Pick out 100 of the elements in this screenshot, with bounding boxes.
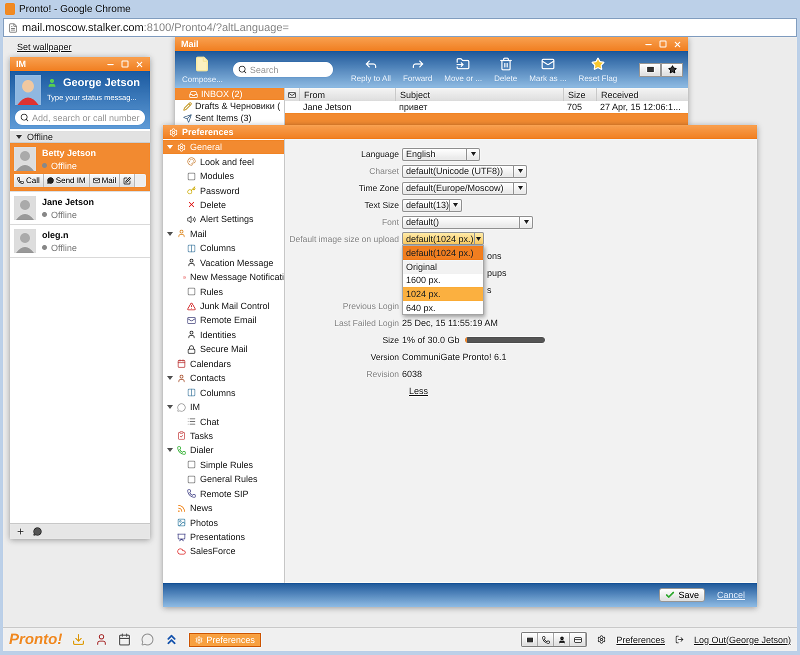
group-header[interactable]: Offline: [10, 131, 150, 143]
tree-item[interactable]: Password: [163, 183, 284, 198]
select-field[interactable]: default(1024 px.): [402, 232, 484, 246]
expand-triangle-icon[interactable]: [167, 447, 173, 454]
phone-icon: [177, 446, 186, 455]
tree-item[interactable]: New Message Notificati: [163, 270, 284, 284]
tree-item[interactable]: Identities: [163, 328, 284, 342]
setting-label: Font: [382, 217, 399, 227]
gear-icon: [169, 128, 178, 136]
dropdown-arrow-icon: [453, 203, 458, 208]
chat-icon[interactable]: [33, 527, 42, 536]
tree-item[interactable]: Presentations: [163, 530, 284, 544]
contact-action-button[interactable]: Send IM: [44, 174, 90, 187]
columns-icon: [187, 244, 196, 253]
avatar: [14, 229, 36, 253]
contact-action-button[interactable]: Mail: [90, 174, 120, 187]
mail-status-button[interactable]: [522, 633, 538, 646]
window-title: IM: [16, 59, 27, 69]
contact-item[interactable]: Betty Jetson Offline Call Send IM Mail: [10, 143, 150, 192]
tree-item[interactable]: General Rules: [163, 472, 284, 486]
envelope-icon: [187, 316, 196, 325]
dropdown-option[interactable]: 1600 px.: [403, 274, 483, 288]
dropdown-option[interactable]: 1024 px.: [403, 287, 483, 301]
person-icon[interactable]: [47, 78, 57, 88]
setting-label: Text Size: [364, 200, 399, 210]
tree-item[interactable]: Secure Mail: [163, 342, 284, 357]
setting-label: Time Zone: [358, 183, 399, 194]
select-field[interactable]: default(Unicode (UTF8)): [402, 164, 527, 178]
add-icon[interactable]: [16, 527, 25, 536]
tree-item[interactable]: Mail: [163, 226, 284, 242]
expand-triangle-icon[interactable]: [167, 404, 173, 410]
contact-item[interactable]: oleg.n Offline: [10, 225, 150, 258]
tree-item[interactable]: Dialer: [163, 443, 284, 458]
mail-view-button[interactable]: [639, 62, 661, 76]
folder-item[interactable]: Drafts & Черновики (: [175, 100, 284, 112]
select-field[interactable]: default(Europe/Moscow): [402, 182, 527, 195]
person-icon: [187, 330, 196, 340]
save-button[interactable]: Save: [659, 588, 705, 602]
folder-item[interactable]: Sent Items (3): [175, 112, 284, 124]
setting-label: Previous Login: [342, 301, 399, 312]
close-icon[interactable]: [673, 40, 682, 48]
tree-item[interactable]: Rules: [163, 284, 284, 299]
dropdown-arrow-icon: [476, 236, 482, 241]
tree-item[interactable]: Chat: [163, 414, 284, 429]
wallpaper-link[interactable]: Set wallpaper: [17, 42, 72, 52]
window-title: Preferences: [182, 127, 235, 137]
address-bar[interactable]: mail.moscow.stalker.com:8100/Pronto4/?altLanguage=: [3, 18, 797, 37]
key-icon: [187, 186, 196, 196]
contact-item[interactable]: Jane Jetson Offline: [10, 192, 150, 225]
contact-status: Offline: [51, 160, 77, 170]
contact-action-button[interactable]: Call: [14, 174, 44, 187]
tree-item[interactable]: Remote Email: [163, 313, 284, 328]
tree-item[interactable]: News: [163, 500, 284, 516]
tree-item[interactable]: SalesForce: [163, 544, 284, 559]
tree-item[interactable]: Alert Settings: [163, 212, 284, 227]
contacts-status-button[interactable]: [554, 633, 570, 646]
taskbar-link[interactable]: Log Out(George Jetson): [694, 634, 791, 644]
tree-item[interactable]: Vacation Message: [163, 256, 284, 270]
tree-item[interactable]: Look and feel: [163, 154, 284, 169]
expand-triangle-icon[interactable]: [167, 375, 173, 382]
close-icon[interactable]: [135, 60, 144, 68]
tree-item[interactable]: Simple Rules: [163, 458, 284, 472]
search-icon: [20, 113, 29, 122]
tree-item[interactable]: Columns: [163, 385, 284, 400]
less-link[interactable]: Less: [402, 386, 428, 396]
select-field[interactable]: default(): [402, 216, 533, 228]
tree-item[interactable]: Remote SIP: [163, 486, 284, 501]
gear-icon: [597, 635, 606, 644]
phone-icon: [542, 636, 550, 644]
card-status-button[interactable]: [570, 633, 586, 646]
tree-item[interactable]: Tasks: [163, 428, 284, 444]
expand-triangle-icon[interactable]: [16, 134, 22, 140]
calendar-icon[interactable]: [118, 633, 132, 646]
status-dot: [42, 212, 47, 217]
tree-item[interactable]: Modules: [163, 168, 284, 184]
tree-item[interactable]: Photos: [163, 515, 284, 530]
contact-name: Betty Jetson: [42, 148, 96, 158]
person-icon[interactable]: [95, 633, 108, 646]
expand-triangle-icon[interactable]: [167, 230, 173, 237]
contact-status: Offline: [51, 242, 77, 252]
flag-view-button[interactable]: [661, 62, 683, 76]
select-field[interactable]: English: [402, 148, 480, 161]
tree-item[interactable]: Delete: [163, 198, 284, 212]
dropdown-option[interactable]: Original: [403, 260, 483, 274]
table-cell-text: 705: [566, 102, 584, 112]
dropdown-option[interactable]: default(1024 px.): [403, 246, 483, 260]
compose-button[interactable]: [120, 174, 136, 187]
tree-item[interactable]: Contacts: [163, 371, 284, 386]
tree-item[interactable]: Columns: [163, 241, 284, 256]
dropdown-option[interactable]: 640 px.: [403, 300, 483, 314]
tree-item[interactable]: Junk Mail Control: [163, 298, 284, 314]
lock-icon: [187, 344, 196, 354]
select-field[interactable]: default(13): [402, 198, 462, 212]
phone-status-button[interactable]: [538, 633, 554, 646]
tree-item[interactable]: IM: [163, 400, 284, 414]
phone-icon: [17, 177, 24, 184]
taskbar-link[interactable]: Preferences: [616, 634, 665, 644]
tree-item[interactable]: Calendars: [163, 356, 284, 371]
envelope-icon: [540, 56, 555, 70]
table-cell-text: Jane Jetson: [302, 102, 353, 112]
